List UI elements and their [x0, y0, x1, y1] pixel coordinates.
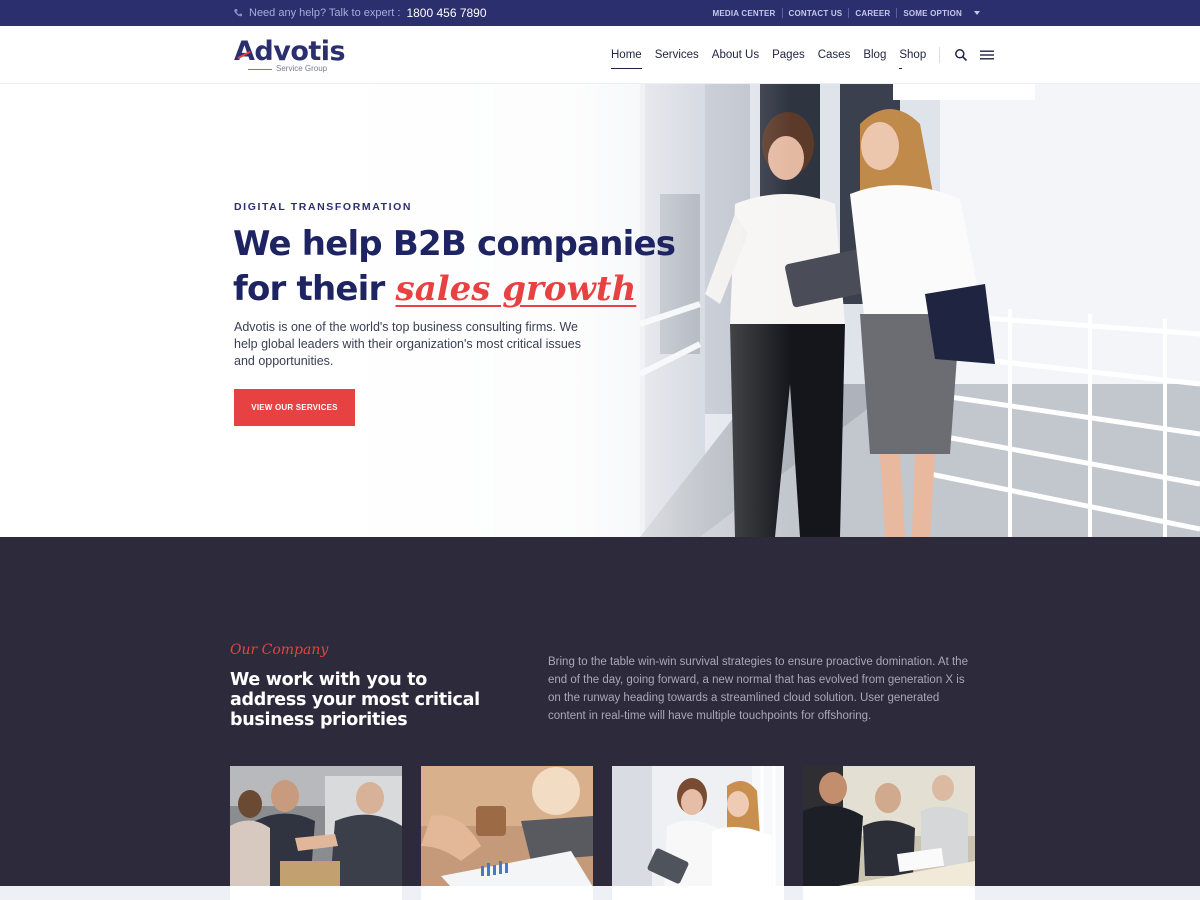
nav-shop[interactable]: Shop	[899, 49, 926, 69]
top-links: MEDIA CENTER CONTACT US CAREER SOME OPTI…	[707, 0, 980, 26]
hero-section: DIGITAL TRANSFORMATION We help B2B compa…	[0, 84, 1200, 537]
search-icon[interactable]	[954, 48, 968, 62]
nav-cases[interactable]: Cases	[818, 49, 851, 61]
divider	[939, 47, 941, 63]
section-paragraph: Bring to the table win-win survival stra…	[548, 656, 968, 722]
logo[interactable]: Advotis Service Group	[234, 36, 346, 74]
menu-icon[interactable]	[980, 48, 995, 62]
company-section: Our Company We work with you to address …	[0, 537, 1200, 900]
hero-headline-line-1: We help B2B companies	[233, 224, 676, 264]
hero-eyebrow: DIGITAL TRANSFORMATION	[234, 201, 413, 213]
top-link-contact-us[interactable]: CONTACT US	[783, 9, 849, 18]
chevron-down-icon[interactable]	[974, 11, 980, 15]
section-title: We work with you to address your most cr…	[230, 670, 480, 730]
logo-wordmark: Advotis	[234, 36, 346, 67]
top-bar: Need any help? Talk to expert : 1800 456…	[0, 0, 1200, 26]
main-header: Advotis Service Group Home Services Abou…	[0, 26, 1200, 84]
nav-pages[interactable]: Pages	[772, 49, 805, 61]
handshake-image	[230, 766, 402, 887]
image-card-tablet[interactable]	[612, 766, 784, 887]
women-tablet-image	[612, 766, 784, 887]
card-footer	[612, 886, 784, 900]
hero-headline-line-2: for their	[233, 269, 385, 309]
chart-desk-image	[421, 766, 593, 887]
image-card-handshake[interactable]	[230, 766, 402, 887]
nav-home[interactable]: Home	[611, 49, 642, 69]
dropdown-panel	[893, 84, 1035, 100]
nav-services[interactable]: Services	[655, 49, 699, 61]
top-link-media-center[interactable]: MEDIA CENTER	[707, 9, 782, 18]
top-link-some-option[interactable]: SOME OPTION	[897, 9, 968, 18]
nav-blog[interactable]: Blog	[863, 49, 886, 61]
help-contact: Need any help? Talk to expert : 1800 456…	[233, 0, 487, 26]
logo-tagline: Service Group	[276, 64, 328, 73]
nav-about-us[interactable]: About Us	[712, 49, 759, 61]
hero-headline-accent: sales growth	[395, 269, 637, 309]
card-footer	[421, 886, 593, 900]
hero-lead-text: Advotis is one of the world's top busine…	[234, 320, 581, 368]
top-link-career[interactable]: CAREER	[849, 9, 896, 18]
image-card-meeting[interactable]	[803, 766, 975, 887]
help-text: Need any help? Talk to expert :	[249, 7, 401, 19]
hero-headline: We help B2B companies for their sales gr…	[233, 222, 693, 312]
card-footer	[803, 886, 975, 900]
meeting-image	[803, 766, 975, 887]
logo-subline	[248, 69, 272, 70]
main-nav: Home Services About Us Pages Cases Blog …	[611, 26, 1000, 84]
image-cards	[230, 766, 975, 887]
phone-icon	[234, 9, 242, 17]
phone-number[interactable]: 1800 456 7890	[406, 6, 486, 20]
card-footer	[230, 886, 402, 900]
bottom-strip	[0, 886, 1200, 900]
view-services-button[interactable]: VIEW OUR SERVICES	[234, 389, 355, 426]
section-kicker: Our Company	[230, 642, 329, 658]
image-card-chart[interactable]	[421, 766, 593, 887]
